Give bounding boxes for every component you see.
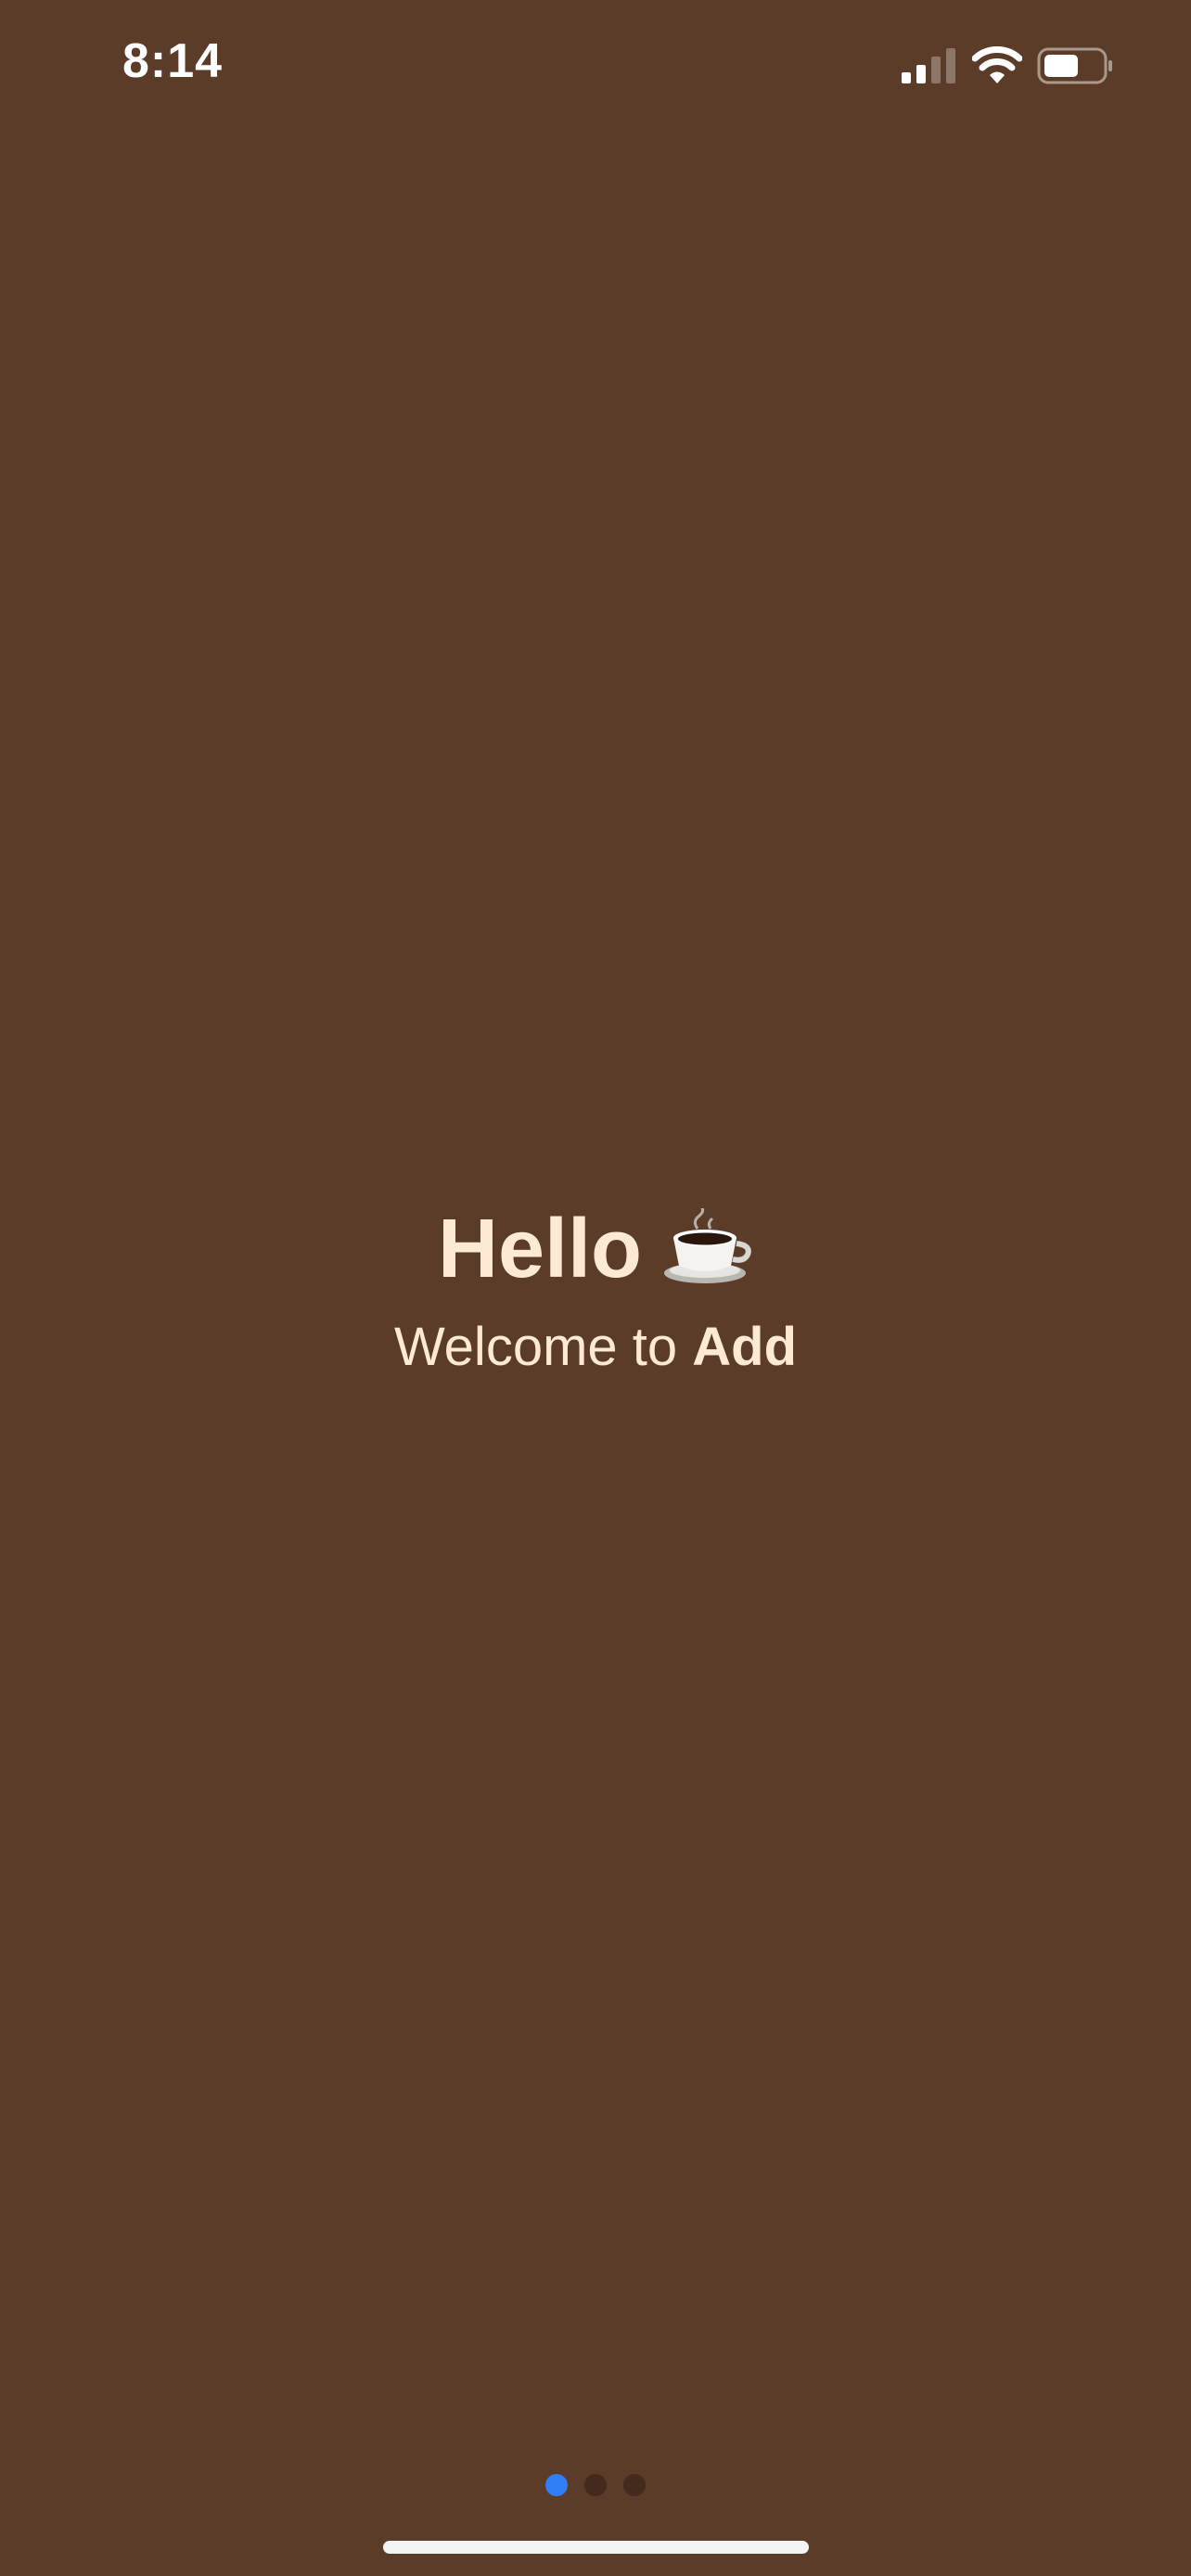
greeting-title: Hello (0, 1196, 1191, 1303)
greeting-text: Hello (437, 1203, 643, 1295)
status-time: 8:14 (122, 34, 224, 88)
wifi-icon (972, 46, 1022, 83)
page-dot-3[interactable] (623, 2474, 646, 2496)
welcome-hero: Hello Welcome to Add (0, 1196, 1191, 1384)
page-dot-1[interactable] (545, 2474, 568, 2496)
home-indicator[interactable] (383, 2541, 809, 2554)
welcome-subtitle: Welcome to Add (0, 1310, 1191, 1384)
signal-icon (902, 48, 955, 83)
status-bar: 8:14 (0, 0, 1191, 139)
app-name: Add (692, 1317, 797, 1377)
battery-icon (1037, 47, 1112, 84)
page-dot-2[interactable] (584, 2474, 607, 2496)
welcome-prefix: Welcome to (393, 1317, 693, 1377)
coffee-cup-icon (664, 1208, 751, 1284)
page-indicator[interactable] (0, 2474, 1191, 2498)
